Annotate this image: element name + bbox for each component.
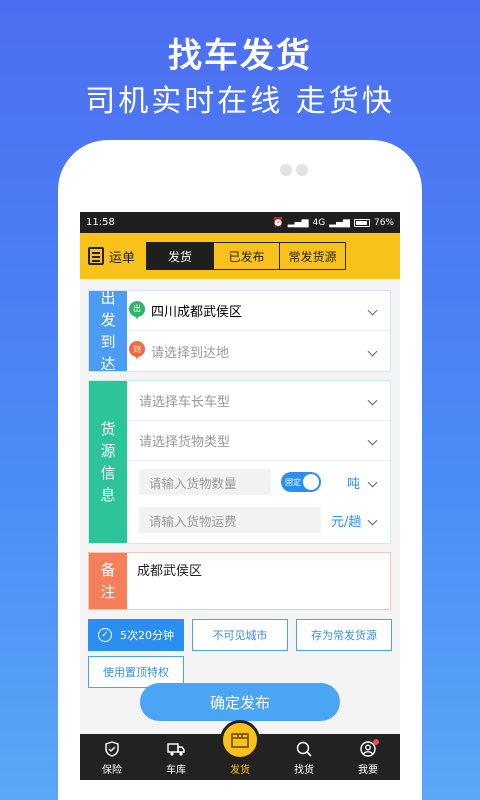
quantity-input[interactable]: 请输入货物数量	[139, 469, 271, 495]
chevron-down-icon	[367, 395, 378, 406]
phone-camera-dot	[280, 164, 292, 176]
hidden-city-button[interactable]: 不可见城市	[192, 619, 288, 651]
waybill-button[interactable]: 运单	[88, 247, 146, 266]
alarm-icon: ⏰	[272, 217, 284, 228]
chevron-down-icon	[367, 346, 378, 356]
cargo-section: 货源信息 请选择车长车型 请选择货物类型 请输入货物数量 固定 吨 请输入货物运…	[88, 380, 391, 544]
shield-icon	[103, 741, 121, 757]
battery-icon	[353, 218, 370, 227]
signal-icon-2: ▂▄▆	[329, 217, 350, 228]
tab-profile[interactable]: 我要	[336, 734, 400, 780]
confirm-publish-button[interactable]: 确定发布	[140, 683, 340, 721]
chevron-down-icon	[367, 515, 378, 525]
origin-value: 四川成都武侯区	[151, 305, 243, 320]
destination-pin-icon: 到	[129, 341, 145, 361]
status-bar: 11:58 ⏰ ▂▄▆ 4G ▂▄▆ 76%	[80, 212, 400, 233]
vehicle-type-selector[interactable]: 请选择车长车型	[129, 381, 390, 421]
freight-input[interactable]: 请输入货物运费	[139, 507, 321, 533]
vehicle-type-placeholder: 请选择车长车型	[139, 395, 231, 410]
destination-placeholder: 请选择到达地	[151, 345, 230, 361]
tab-insurance[interactable]: 保险	[80, 734, 144, 780]
origin-selector[interactable]: 出 四川成都武侯区	[129, 291, 390, 331]
cargo-type-selector[interactable]: 请选择货物类型	[129, 421, 390, 461]
fixed-toggle[interactable]: 固定	[281, 472, 321, 492]
tab-find-cargo[interactable]: 找货	[272, 734, 336, 780]
destination-selector[interactable]: 到 请选择到达地	[129, 331, 390, 371]
tab-ship[interactable]: 发货	[147, 243, 213, 269]
tab-ship-cargo[interactable]: 发货	[208, 720, 272, 780]
check-circle-icon: ✓	[98, 628, 112, 642]
cargo-side-label: 货源信息	[89, 381, 127, 543]
promo-subtitle: 司机实时在线 走货快	[85, 84, 395, 119]
top-header: 运单 发货 已发布 常发货源	[80, 233, 400, 279]
status-time: 11:58	[86, 217, 115, 228]
freight-unit[interactable]: 元/趟	[331, 511, 361, 530]
chevron-down-icon	[367, 435, 378, 446]
remark-side-label: 备注	[89, 553, 127, 609]
box-icon	[220, 720, 260, 760]
origin-pin-icon: 出	[129, 300, 145, 321]
route-side-label: 出发到达	[89, 289, 127, 373]
notification-dot	[373, 739, 379, 745]
times-button[interactable]: ✓ 5次20分钟	[88, 619, 184, 651]
chevron-down-icon	[367, 477, 378, 487]
waybill-label: 运单	[109, 250, 136, 266]
remark-textarea[interactable]: 成都武侯区	[137, 560, 382, 603]
truck-icon	[167, 741, 185, 757]
bottom-tabbar: 保险 车库 发货 找货 我要	[80, 720, 400, 780]
quantity-unit[interactable]: 吨	[347, 473, 360, 492]
remark-section: 备注 成都武侯区	[88, 552, 391, 610]
battery-level: 76%	[373, 217, 394, 228]
phone-sensor-dot	[296, 164, 308, 176]
search-chat-icon	[295, 741, 313, 757]
save-common-source-button[interactable]: 存为常发货源	[296, 619, 392, 651]
app-screen: 11:58 ⏰ ▂▄▆ 4G ▂▄▆ 76% 运单 发货 已发布 常发货源 出发…	[80, 212, 400, 780]
chevron-down-icon	[367, 305, 378, 316]
tab-common-sources[interactable]: 常发货源	[279, 243, 345, 269]
signal-icon: ▂▄▆	[287, 217, 309, 228]
user-icon	[359, 739, 379, 757]
document-icon	[88, 247, 104, 265]
segment-tabs: 发货 已发布 常发货源	[146, 242, 346, 270]
tab-published[interactable]: 已发布	[213, 243, 279, 269]
tab-garage[interactable]: 车库	[144, 734, 208, 780]
promo-title: 找车发货	[168, 36, 312, 76]
cargo-type-placeholder: 请选择货物类型	[139, 435, 231, 450]
network-type: 4G	[312, 217, 326, 228]
route-section: 出发到达 出 四川成都武侯区 到 请选择到达地	[88, 289, 391, 373]
